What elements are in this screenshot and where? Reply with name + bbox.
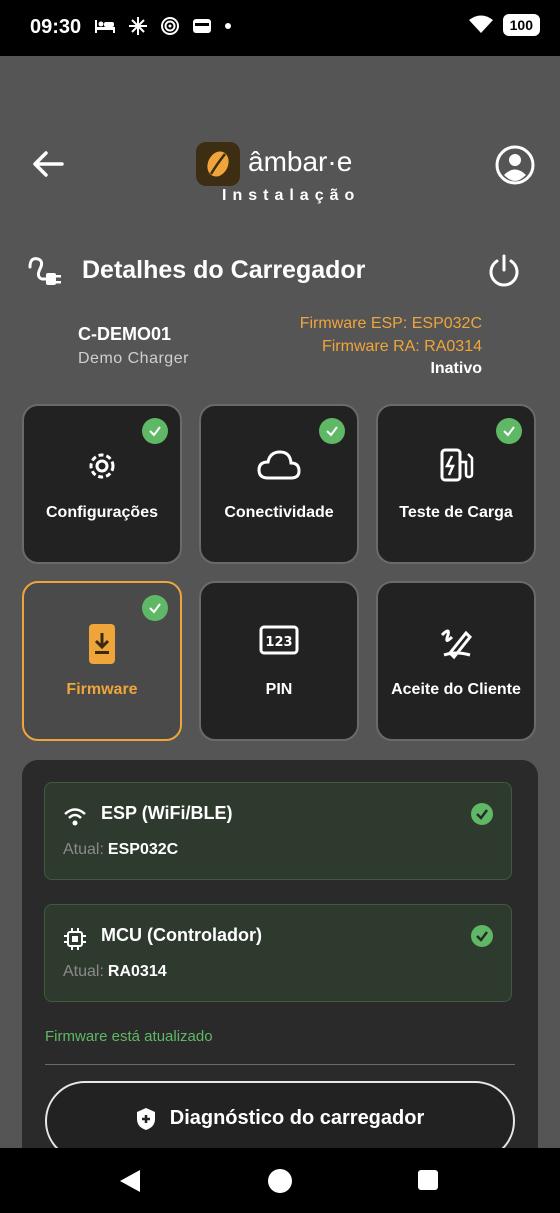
check-icon (142, 418, 168, 444)
power-icon[interactable] (486, 252, 522, 288)
nav-back-icon[interactable] (118, 1168, 142, 1194)
charger-name: Demo Charger (78, 350, 189, 367)
firmware-card-esp: ESP (WiFi/BLE) Atual: ESP032C (44, 782, 512, 880)
tile-label: Aceite do Cliente (391, 681, 521, 698)
tile-configuracoes[interactable]: Configurações (22, 404, 182, 564)
firmware-card-title: ESP (WiFi/BLE) (101, 803, 233, 823)
firmware-card-current: Atual: RA0314 (63, 963, 167, 980)
check-icon (142, 595, 168, 621)
nav-home-icon[interactable] (268, 1169, 292, 1193)
tile-pin[interactable]: 123 PIN (199, 581, 359, 741)
nav-recents-icon[interactable] (418, 1170, 438, 1190)
firmware-status-text: Firmware está atualizado (45, 1028, 213, 1045)
check-circle-icon (471, 925, 493, 947)
tile-label: PIN (265, 681, 293, 698)
status-time: 09:30 (30, 16, 82, 38)
bed-icon (95, 20, 115, 33)
charger-status: Inativo (430, 360, 482, 377)
tile-aceite-do-cliente[interactable]: Aceite do Cliente (376, 581, 536, 741)
wifi-icon (64, 808, 86, 826)
firmware-ra-version: Firmware RA: RA0314 (321, 338, 482, 355)
firmware-esp-version: Firmware ESP: ESP032C (299, 315, 482, 332)
status-icons (94, 16, 232, 36)
firmware-card-current: Atual: ESP032C (63, 841, 179, 858)
target-icon (161, 17, 179, 35)
ev-station-icon (440, 448, 474, 482)
brand-name: âmbar·e (248, 146, 353, 177)
card-icon (193, 19, 211, 33)
check-icon (319, 418, 345, 444)
tile-conectividade[interactable]: Conectividade (199, 404, 359, 564)
tile-label: Firmware (66, 681, 138, 698)
sparkle-icon (129, 17, 147, 35)
signature-icon (440, 629, 473, 660)
account-circle-icon[interactable] (494, 144, 536, 186)
chip-icon (64, 928, 86, 950)
battery-icon: 100 (502, 14, 540, 36)
dot-icon (225, 23, 231, 29)
brand-subtitle: Instalação (222, 187, 361, 204)
tile-label: Configurações (45, 504, 158, 521)
check-circle-icon (471, 803, 493, 825)
page-title: Detalhes do Carregador (82, 256, 366, 284)
svg-text:123: 123 (265, 635, 292, 650)
seed-icon (207, 151, 229, 177)
pin-123-icon: 123 (259, 625, 299, 655)
tile-label: Teste de Carga (399, 504, 513, 521)
firmware-card-mcu: MCU (Controlador) Atual: RA0314 (44, 904, 512, 1002)
plug-icon (28, 257, 61, 285)
check-icon (496, 418, 522, 444)
tile-teste-de-carga[interactable]: Teste de Carga (376, 404, 536, 564)
wifi-icon (468, 15, 493, 33)
status-right: 100 (468, 14, 540, 36)
brand-logo (196, 142, 240, 186)
back-arrow-icon[interactable] (28, 144, 68, 184)
gear-icon (89, 453, 115, 479)
shield-plus-icon (136, 1108, 155, 1130)
charger-id: C-DEMO01 (78, 324, 172, 344)
tile-label: Conectividade (224, 504, 334, 521)
tile-firmware[interactable]: Firmware (22, 581, 182, 741)
phone-download-icon (89, 624, 115, 664)
divider (45, 1064, 515, 1065)
firmware-card-title: MCU (Controlador) (101, 925, 262, 945)
cloud-icon (257, 450, 301, 480)
